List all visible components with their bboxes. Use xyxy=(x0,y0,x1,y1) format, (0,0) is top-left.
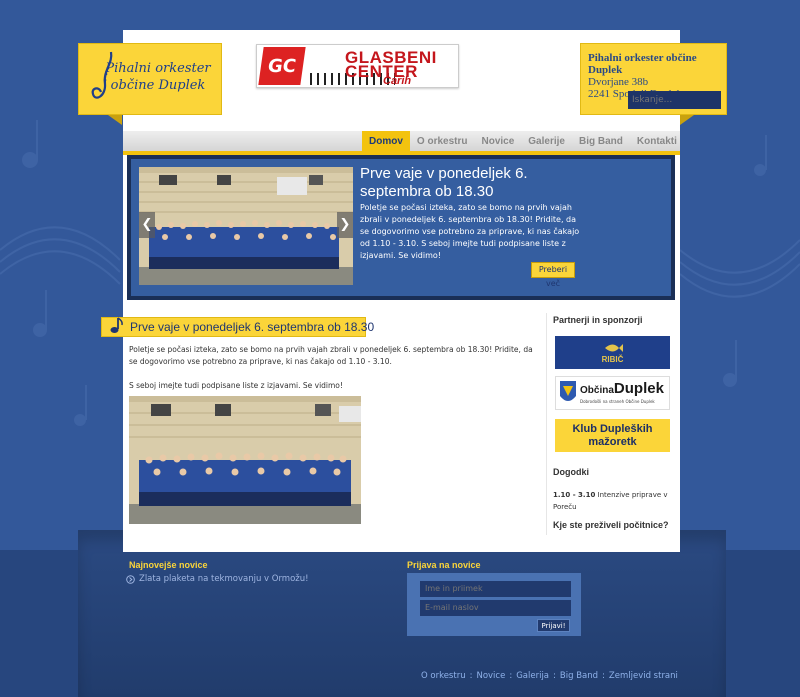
logo-text: Pihalni orkester občine Duplek xyxy=(105,60,210,94)
sponsor-ribic[interactable]: RIBIČ xyxy=(555,336,670,369)
nav-kontakti[interactable]: Kontakti xyxy=(630,131,684,151)
event-date: 1.10 - 3.10 xyxy=(553,491,596,499)
featured-slider: ❮ ❯ Prve vaje v ponedeljek 6. septembra … xyxy=(127,155,675,300)
main-nav: Domov O orkestru Novice Galerije Big Ban… xyxy=(362,131,684,151)
partners-heading: Partnerji in sponzorji xyxy=(553,315,643,325)
footer-link-sitemap[interactable]: Zemljevid strani xyxy=(609,671,678,681)
orchestra-group-photo xyxy=(139,167,353,285)
news-item[interactable]: Zlata plaketa na tekmovanju v Ormožu! xyxy=(126,574,309,584)
sidebar: Partnerji in sponzorji RIBIČ ObčinaDuple… xyxy=(546,313,676,535)
newsletter-heading: Prijava na novice xyxy=(407,560,481,570)
sponsor-ribic-label: RIBIČ xyxy=(601,355,624,364)
nav-big-band[interactable]: Big Band xyxy=(572,131,630,151)
banner-text-3: Carih xyxy=(383,75,412,87)
footer-separator: : xyxy=(469,671,473,681)
logo-line-1: Pihalni orkester xyxy=(105,61,211,76)
music-note-icon xyxy=(110,317,123,333)
latest-news-heading: Najnovejše novice xyxy=(129,560,208,570)
nav-o-orkestru[interactable]: O orkestru xyxy=(410,131,475,151)
read-more-button[interactable]: Preberi več xyxy=(531,262,575,288)
name-input[interactable] xyxy=(420,581,571,597)
article-title: Prve vaje v ponedeljek 6. septembra ob 1… xyxy=(130,320,375,334)
article-photo xyxy=(129,396,361,524)
fish-icon xyxy=(604,344,623,352)
sponsor-obcina-label: Občina xyxy=(580,385,614,396)
footer-links: O orkestru: Novice: Galerija: Big Band: … xyxy=(421,671,678,681)
footer-separator: : xyxy=(602,671,605,681)
nav-galerije[interactable]: Galerije xyxy=(521,131,572,151)
coat-of-arms-icon xyxy=(560,381,576,401)
footer-link-big-band[interactable]: Big Band xyxy=(560,671,598,681)
nav-novice[interactable]: Novice xyxy=(474,131,521,151)
featured-text: Poletje se počasi izteka, zato se bomo n… xyxy=(360,203,580,260)
footer-separator: : xyxy=(553,671,556,681)
sponsor-klub-mazoretk[interactable]: Klub Dupleških mažoretk xyxy=(555,419,670,452)
ribbon-tail-left xyxy=(108,115,122,125)
featured-photo[interactable]: ❮ ❯ xyxy=(139,167,353,285)
event-item[interactable]: 1.10 - 3.10 Intenzive priprave v Poreču xyxy=(553,489,673,513)
search-input[interactable] xyxy=(628,91,721,109)
news-item-label: Zlata plaketa na tekmovanju v Ormožu! xyxy=(139,574,309,584)
glasbeni-center-banner[interactable]: GC GLASBENI CENTER Carih xyxy=(256,44,459,88)
footer-link-o-orkestru[interactable]: O orkestru xyxy=(421,671,466,681)
email-input[interactable] xyxy=(420,600,571,616)
sponsor-obcina-duplek[interactable]: ObčinaDuplek Dobrodošli na straneh Občin… xyxy=(555,376,670,410)
featured-title[interactable]: Prve vaje v ponedeljek 6. septembra ob 1… xyxy=(360,165,580,201)
article-paragraph-2: S seboj imejte tudi podpisane liste z iz… xyxy=(129,381,343,390)
footer-link-novice[interactable]: Novice xyxy=(476,671,505,681)
article-paragraph-1: Poletje se počasi izteka, zato se bomo n… xyxy=(129,345,533,366)
site-logo[interactable]: Pihalni orkester občine Duplek xyxy=(78,43,222,115)
org-name: Pihalni orkester občine Duplek xyxy=(588,52,697,76)
slider-prev-button[interactable]: ❮ xyxy=(139,212,155,238)
sponsor-duplek-label: Duplek xyxy=(613,380,664,397)
orchestra-group-photo-2 xyxy=(129,396,361,524)
sponsor-duplek-tagline: Dobrodošli na straneh Občine Duplek xyxy=(580,399,655,404)
gc-logo-mark: GC xyxy=(258,47,306,85)
footer-link-galerija[interactable]: Galerija xyxy=(516,671,549,681)
article-body: Poletje se počasi izteka, zato se bomo n… xyxy=(129,344,539,392)
ribbon-tail-right xyxy=(680,115,694,125)
poll-question[interactable]: Kje ste preživeli počitnice? xyxy=(553,520,669,530)
subscribe-button[interactable]: Prijavi! xyxy=(537,619,570,632)
logo-line-2: občine Duplek xyxy=(110,78,206,93)
arrow-circle-icon xyxy=(126,574,135,584)
newsletter-form: Prijavi! xyxy=(407,573,581,636)
address-street: Dvorjane 38b xyxy=(588,76,649,88)
nav-domov[interactable]: Domov xyxy=(362,131,410,151)
events-heading: Dogodki xyxy=(553,467,589,477)
article-title-ribbon: Prve vaje v ponedeljek 6. septembra ob 1… xyxy=(101,317,374,337)
footer-separator: : xyxy=(509,671,513,681)
slider-next-button[interactable]: ❯ xyxy=(337,212,353,238)
